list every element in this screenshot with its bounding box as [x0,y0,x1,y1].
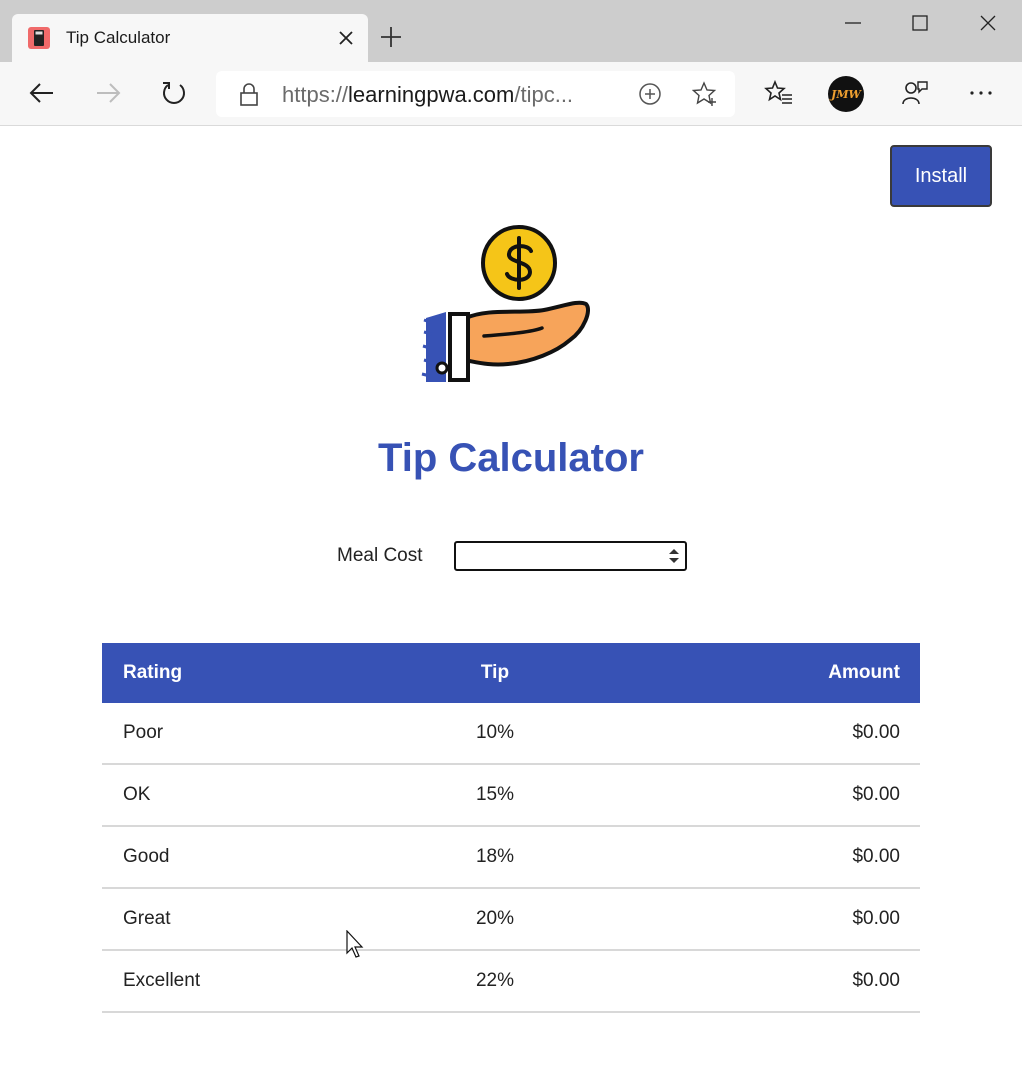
window-close-icon[interactable] [973,8,1003,38]
plus-icon[interactable] [378,24,404,50]
page-title: Tip Calculator [378,436,644,480]
amount-cell: $0.00 [852,970,900,991]
url-text: https://learningpwa.com/tipc... [282,82,573,108]
header-amount: Amount [828,662,900,683]
maximize-icon[interactable] [905,8,935,38]
hand-coin-illustration [421,225,590,382]
amount-cell: $0.00 [852,784,900,805]
browser-toolbar: https://learningpwa.com/tipc... JMW [0,62,1022,126]
meal-cost-input[interactable] [460,545,660,567]
table-row: Poor 10% $0.00 [102,703,920,765]
url-scheme: https:// [282,82,349,107]
header-rating: Rating [123,662,183,683]
add-circle-icon[interactable] [638,82,662,106]
calculator-favicon-icon [28,27,50,49]
tab-tip-calculator[interactable]: Tip Calculator [12,14,368,62]
table-row: Great 20% $0.00 [102,889,920,951]
refresh-icon[interactable] [159,78,189,108]
address-bar[interactable]: https://learningpwa.com/tipc... [216,71,735,117]
url-path: /tipc... [514,82,574,107]
table-row: Good 18% $0.00 [102,827,920,889]
rating-cell: Great [123,908,171,929]
star-add-icon[interactable] [692,81,718,107]
table-row: Excellent 22% $0.00 [102,951,920,1013]
url-host: learningpwa.com [348,82,515,107]
back-arrow-icon[interactable] [27,78,57,108]
minimize-icon[interactable] [838,8,868,38]
rating-cell: Excellent [123,970,201,991]
amount-cell: $0.00 [852,846,900,867]
tip-table: Rating Tip Amount Poor 10% $0.00 OK 15% … [102,643,920,1013]
tab-title: Tip Calculator [66,28,171,47]
profile-avatar[interactable]: JMW [828,76,864,112]
tab-strip: Tip Calculator [0,0,1022,62]
meal-cost-label: Meal Cost [337,545,423,566]
install-button[interactable]: Install [890,145,992,207]
table-header: Rating Tip Amount [102,643,920,703]
forward-arrow-icon[interactable] [93,78,123,108]
amount-cell: $0.00 [852,722,900,743]
rating-cell: OK [123,784,151,805]
more-icon[interactable] [966,78,996,108]
cursor-icon [346,930,364,958]
rating-cell: Poor [123,722,164,743]
amount-cell: $0.00 [852,908,900,929]
rating-cell: Good [123,846,170,867]
lock-icon [240,83,258,106]
spinner-icon[interactable] [666,546,682,566]
close-icon[interactable] [336,28,356,48]
favorites-icon[interactable] [764,78,794,108]
table-row: OK 15% $0.00 [102,765,920,827]
share-icon[interactable] [900,78,930,108]
meal-cost-field[interactable] [454,541,687,571]
